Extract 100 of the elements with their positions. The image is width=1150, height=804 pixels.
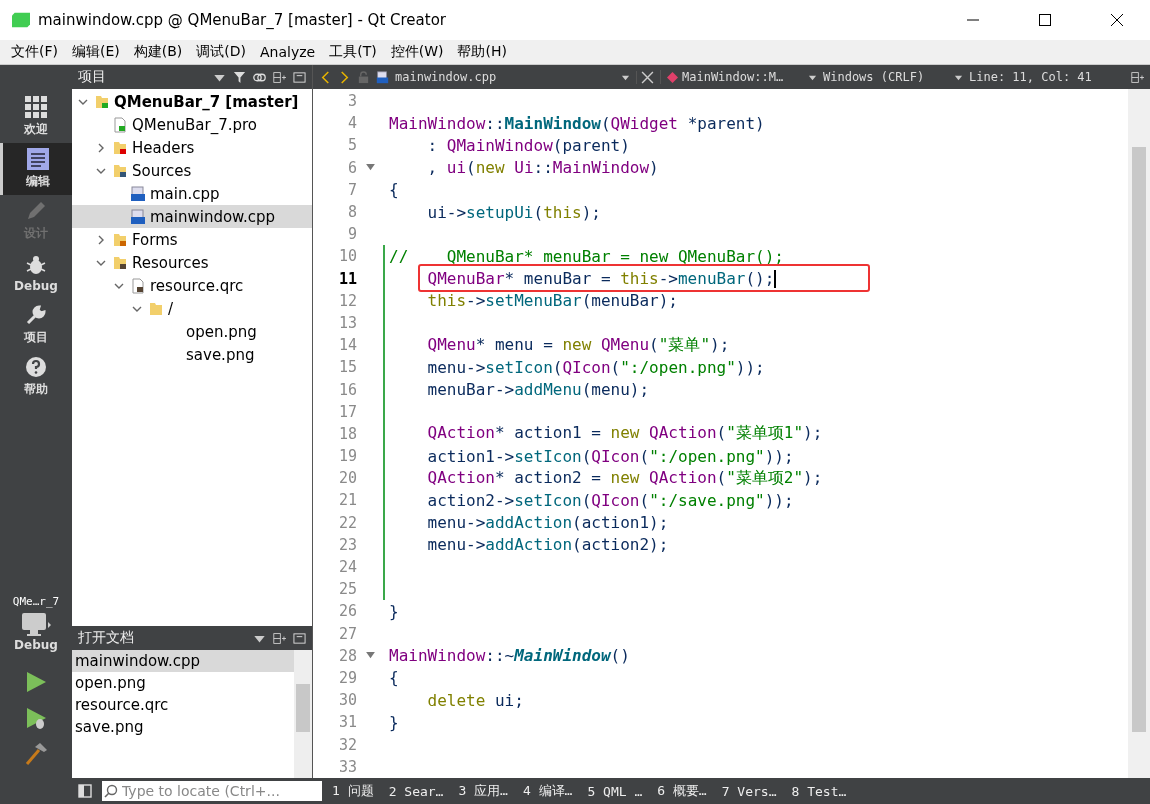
maximize-icon[interactable] [1039, 14, 1051, 26]
run-icon[interactable] [24, 670, 48, 694]
menu-item[interactable]: 工具(T) [322, 43, 384, 61]
search-icon [104, 784, 118, 798]
close-panel-icon[interactable] [293, 70, 306, 84]
close-panel-icon[interactable] [293, 631, 306, 645]
line-number: 10 [337, 247, 357, 266]
line-number: 3 [346, 92, 357, 111]
file-icon [112, 116, 128, 133]
line-endings-dropdown[interactable]: Windows (CRLF) [823, 70, 963, 84]
folder-icon [94, 93, 110, 110]
code-line: ui->setupUi(this); [426, 202, 601, 222]
open-document-item[interactable]: resource.qrc [72, 694, 294, 716]
code-line: menu->addAction(action1); [426, 513, 669, 533]
tree-item[interactable]: save.png [72, 343, 312, 366]
output-pane-button[interactable]: 4 编译… [522, 782, 573, 800]
mode-button[interactable]: 项目 [0, 299, 72, 351]
line-number: 17 [337, 402, 357, 421]
tree-item[interactable]: open.png [72, 320, 312, 343]
close-icon[interactable] [636, 70, 654, 84]
code-line: MainWindow::~MainWindow() [389, 646, 630, 666]
split-icon[interactable] [273, 631, 286, 645]
tree-item[interactable]: QMenuBar_7.pro [72, 113, 312, 136]
line-number: 19 [337, 447, 357, 466]
filter-icon[interactable] [233, 70, 246, 84]
sidebar-toggle-icon[interactable] [78, 784, 92, 798]
output-pane-button[interactable]: 6 概要… [657, 782, 707, 800]
grid-icon [25, 96, 47, 118]
file-dropdown[interactable]: mainwindow.cpp [395, 70, 630, 84]
code-line: action1->setIcon(QIcon(":/open.png")); [426, 446, 794, 466]
menu-item[interactable]: 文件(F) [4, 43, 65, 61]
document-icon [26, 148, 49, 170]
close-icon[interactable] [1111, 14, 1123, 26]
folder-icon [112, 139, 128, 156]
open-document-item[interactable]: open.png [72, 672, 294, 694]
wrench-icon [25, 304, 47, 326]
line-number: 16 [337, 380, 357, 399]
cursor-position[interactable]: Line: 11, Col: 41 [969, 70, 1092, 84]
mode-button[interactable]: Debug [0, 247, 72, 299]
tree-item[interactable]: resource.qrc [72, 274, 312, 297]
hammer-icon[interactable] [24, 742, 48, 766]
line-number: 29 [337, 668, 357, 687]
cpp-file-icon [130, 208, 146, 225]
tree-item[interactable]: mainwindow.cpp [72, 205, 312, 228]
menu-item[interactable]: 调试(D) [189, 43, 253, 61]
line-number: 15 [337, 358, 357, 377]
locate-field[interactable]: Type to locate (Ctrl+... [102, 781, 322, 801]
line-number: 30 [337, 691, 357, 710]
cpp-file-icon [130, 185, 146, 202]
menu-item[interactable]: 帮助(H) [450, 43, 514, 61]
tree-item[interactable]: main.cpp [72, 182, 312, 205]
mode-button[interactable]: 帮助 [0, 351, 72, 403]
code-line: , ui(new Ui::MainWindow) [426, 158, 659, 178]
output-pane-button[interactable]: 7 Vers… [721, 783, 777, 799]
split-icon[interactable] [273, 70, 286, 84]
folder-icon [148, 300, 164, 317]
menu-item[interactable]: 构建(B) [126, 43, 190, 61]
tree-item[interactable]: QMenuBar_7 [master] [72, 90, 312, 113]
output-pane-button[interactable]: 2 Sear… [388, 783, 444, 799]
output-pane-button[interactable]: 5 QML … [587, 783, 643, 799]
menu-item[interactable]: 编辑(E) [65, 43, 127, 61]
lock-icon [357, 70, 370, 84]
line-number: 8 [346, 203, 357, 222]
menu-item[interactable]: Analyze [253, 44, 323, 60]
bug-icon [25, 253, 47, 276]
mode-button[interactable]: 欢迎 [0, 91, 72, 143]
code-line: } [389, 601, 399, 621]
tree-item[interactable]: Sources [72, 159, 312, 182]
fold-marker-icon[interactable] [365, 164, 375, 172]
tree-item[interactable]: Forms [72, 228, 312, 251]
scrollbar[interactable] [1128, 89, 1150, 778]
tree-item[interactable]: Resources [72, 251, 312, 274]
monitor-icon [21, 612, 51, 638]
line-number: 13 [337, 313, 357, 332]
code-line: menuBar->addMenu(menu); [426, 380, 650, 400]
output-pane-button[interactable]: 8 Test… [791, 783, 847, 799]
tree-item[interactable]: / [72, 297, 312, 320]
file-icon [130, 277, 146, 294]
line-number: 5 [346, 136, 357, 155]
symbol-dropdown[interactable]: MainWindow::M… [660, 70, 817, 84]
scrollbar[interactable] [294, 650, 312, 778]
open-document-item[interactable]: mainwindow.cpp [72, 650, 294, 672]
code-line: { [389, 668, 399, 688]
kit-selector[interactable]: Debug [0, 612, 72, 652]
line-number: 6 [346, 158, 357, 177]
folder-icon [112, 231, 128, 248]
output-pane-button[interactable]: 1 问题 [332, 782, 374, 800]
line-number: 11 [337, 269, 357, 288]
line-number: 12 [337, 291, 357, 310]
tree-item[interactable]: Headers [72, 136, 312, 159]
fold-marker-icon[interactable] [365, 652, 375, 660]
debug-run-icon[interactable] [24, 706, 48, 730]
menu-item[interactable]: 控件(W) [383, 43, 451, 61]
code-line: QAction* action1 = new QAction("菜单项1"); [426, 423, 823, 443]
mode-button[interactable]: 编辑 [0, 143, 72, 195]
split-icon[interactable] [1131, 70, 1144, 84]
cpp-file-icon [376, 70, 389, 84]
code-line: QMenu* menu = new QMenu("菜单"); [426, 334, 730, 354]
open-document-item[interactable]: save.png [72, 716, 294, 738]
output-pane-button[interactable]: 3 应用… [458, 782, 508, 800]
